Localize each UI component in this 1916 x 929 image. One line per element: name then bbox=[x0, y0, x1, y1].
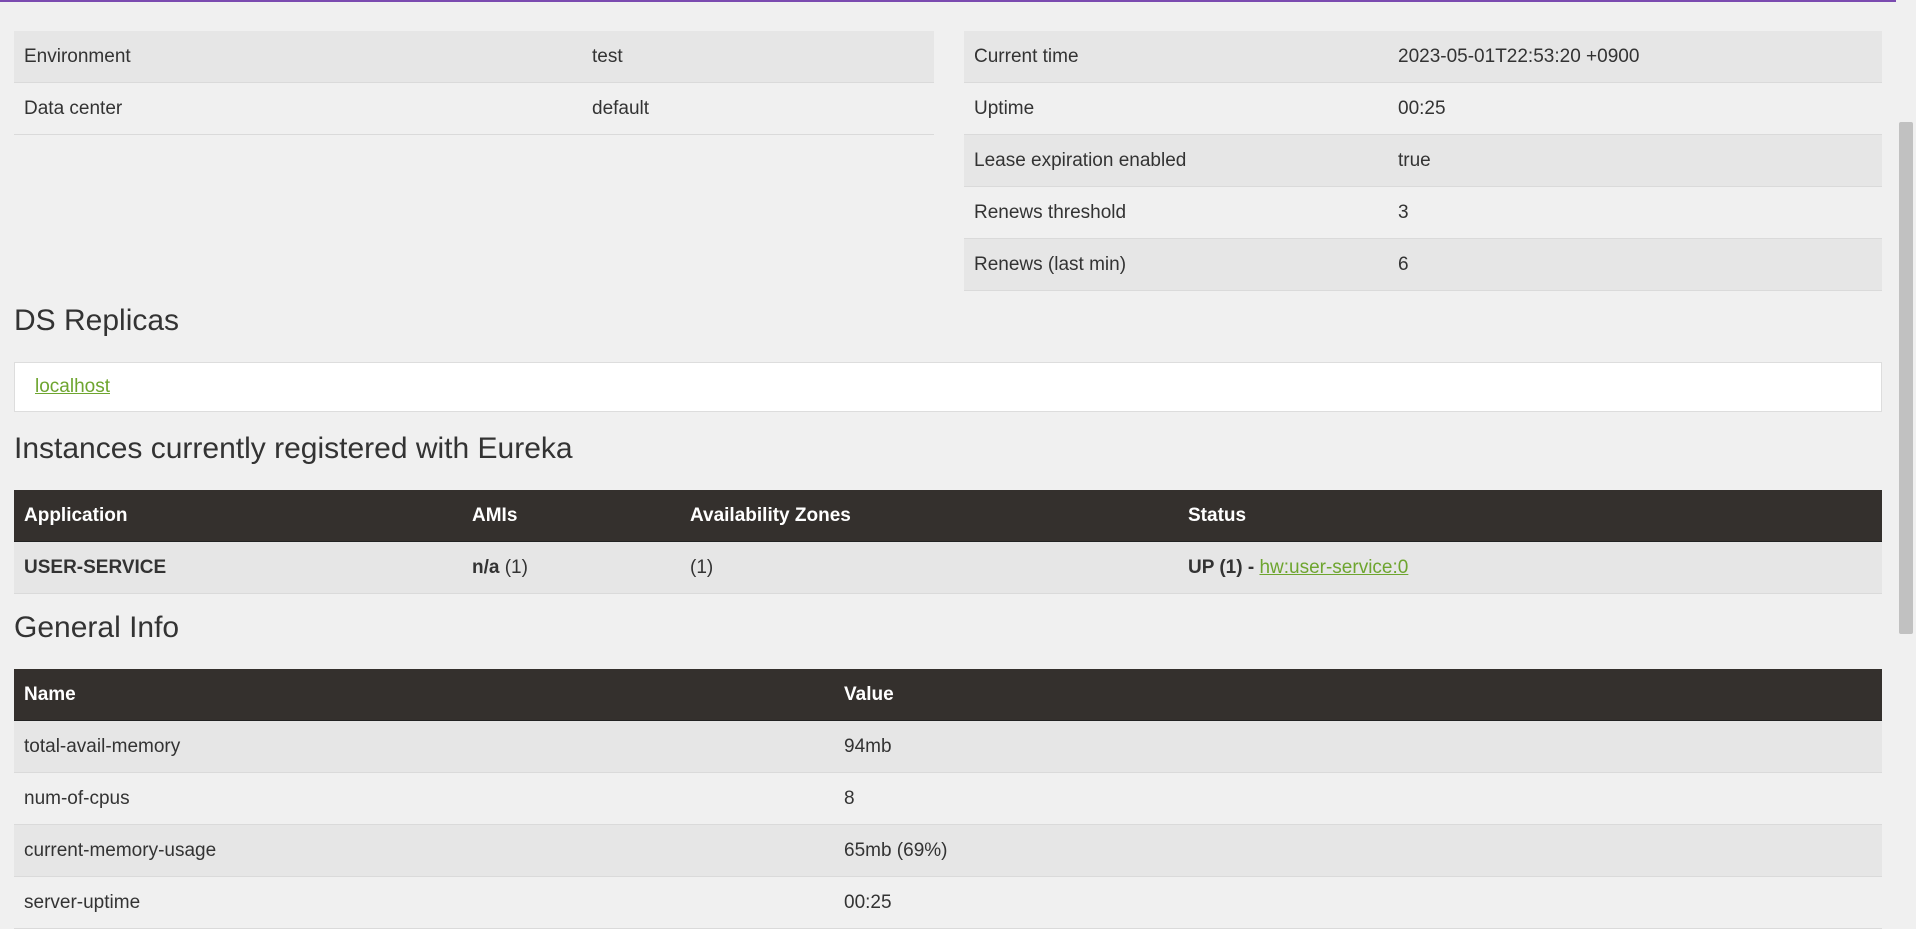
status-value: 2023-05-01T22:53:20 +0900 bbox=[1388, 31, 1882, 83]
status-label: Lease expiration enabled bbox=[964, 134, 1388, 187]
table-row: Environment test bbox=[14, 31, 934, 83]
ami-count: (1) bbox=[504, 556, 528, 578]
ami-name: n/a bbox=[472, 556, 500, 578]
status-label: Renews threshold bbox=[964, 186, 1388, 239]
status-value: default bbox=[582, 82, 934, 135]
table-row: Uptime 00:25 bbox=[964, 82, 1882, 135]
ds-replicas-heading: DS Replicas bbox=[14, 304, 180, 337]
table-header-row: Name Value bbox=[14, 669, 1882, 721]
table-header-row: Application AMIs Availability Zones Stat… bbox=[14, 490, 1882, 542]
application-name: USER-SERVICE bbox=[14, 541, 462, 594]
info-value: 94mb bbox=[834, 720, 1882, 773]
status-cell: UP (1) - hw:user-service:0 bbox=[1178, 541, 1882, 594]
table-row: Current time 2023-05-01T22:53:20 +0900 bbox=[964, 31, 1882, 83]
info-name: total-avail-memory bbox=[14, 720, 834, 773]
instances-table: Application AMIs Availability Zones Stat… bbox=[14, 490, 1882, 594]
availability-zones-cell: (1) bbox=[680, 541, 1178, 594]
status-value: true bbox=[1388, 134, 1882, 187]
application-name-text: USER-SERVICE bbox=[24, 556, 167, 578]
ds-replicas-list: localhost bbox=[14, 362, 1882, 412]
column-header-value: Value bbox=[834, 669, 1882, 721]
table-row: num-of-cpus 8 bbox=[14, 772, 1882, 825]
info-name: current-memory-usage bbox=[14, 824, 834, 877]
status-text: UP (1) - bbox=[1188, 556, 1255, 578]
scrollbar-thumb[interactable] bbox=[1899, 122, 1913, 634]
status-label: Current time bbox=[964, 31, 1388, 83]
system-status-left-table: Environment test Data center default bbox=[14, 31, 934, 135]
status-value: 6 bbox=[1388, 238, 1882, 291]
status-label: Uptime bbox=[964, 82, 1388, 135]
system-status-right-table: Current time 2023-05-01T22:53:20 +0900 U… bbox=[964, 31, 1882, 291]
top-border bbox=[0, 0, 1916, 2]
status-value: 3 bbox=[1388, 186, 1882, 239]
info-value: 8 bbox=[834, 772, 1882, 825]
info-name: num-of-cpus bbox=[14, 772, 834, 825]
column-header-application: Application bbox=[14, 490, 462, 542]
table-row: Renews (last min) 6 bbox=[964, 238, 1882, 291]
table-row: Lease expiration enabled true bbox=[964, 134, 1882, 187]
status-label: Renews (last min) bbox=[964, 238, 1388, 291]
status-label: Data center bbox=[14, 82, 582, 135]
replica-link[interactable]: localhost bbox=[35, 376, 110, 398]
table-row: current-memory-usage 65mb (69%) bbox=[14, 824, 1882, 877]
vertical-scrollbar[interactable] bbox=[1896, 0, 1916, 921]
column-header-status: Status bbox=[1178, 490, 1882, 542]
column-header-availability-zones: Availability Zones bbox=[680, 490, 1178, 542]
amis-cell: n/a (1) bbox=[462, 541, 680, 594]
column-header-amis: AMIs bbox=[462, 490, 680, 542]
status-label: Environment bbox=[14, 31, 582, 83]
status-value: 00:25 bbox=[1388, 82, 1882, 135]
table-row: total-avail-memory 94mb bbox=[14, 720, 1882, 773]
instances-heading: Instances currently registered with Eure… bbox=[14, 432, 573, 465]
instance-link[interactable]: hw:user-service:0 bbox=[1259, 557, 1408, 578]
general-info-table: Name Value total-avail-memory 94mb num-o… bbox=[14, 669, 1882, 929]
column-header-name: Name bbox=[14, 669, 834, 721]
info-value: 65mb (69%) bbox=[834, 824, 1882, 877]
table-row: Data center default bbox=[14, 82, 934, 135]
status-value: test bbox=[582, 31, 934, 83]
table-row: USER-SERVICE n/a (1) (1) UP (1) - hw:use… bbox=[14, 541, 1882, 594]
general-info-heading: General Info bbox=[14, 611, 180, 644]
table-row: Renews threshold 3 bbox=[964, 186, 1882, 239]
